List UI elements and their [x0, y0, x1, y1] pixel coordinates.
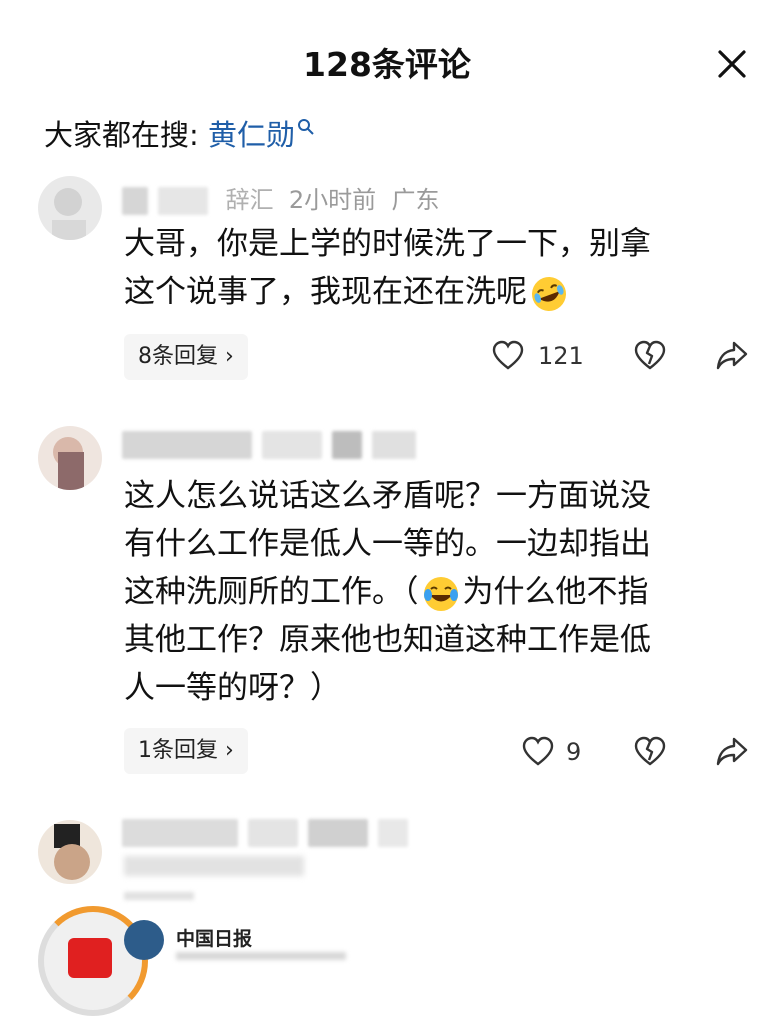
trending-search: 大家都在搜: 黄仁勋: [44, 112, 315, 154]
like-count: 9: [566, 738, 582, 766]
chevron-right-icon: ›: [225, 738, 234, 763]
laughing-tears-emoji-icon: [421, 574, 461, 614]
dislike-icon[interactable]: [634, 736, 666, 770]
trending-search-term[interactable]: 黄仁勋: [208, 118, 295, 152]
source-bar: 中国日报: [0, 890, 774, 1016]
page-title: 128条评论: [303, 45, 471, 84]
comment-item: 辞汇 2小时前 广东 大哥，你是上学的时候洗了一下，别拿 这个说事了，我现在还在…: [0, 170, 774, 400]
chevron-right-icon: ›: [225, 344, 234, 369]
comment-meta: 辞汇 2小时前 广东: [122, 180, 439, 215]
close-icon[interactable]: [714, 46, 750, 82]
blurred-text: [124, 856, 304, 876]
comment-meta: [122, 430, 426, 459]
avatar[interactable]: [38, 426, 102, 490]
comment-meta: [122, 818, 418, 847]
comment-item: [0, 810, 774, 890]
blurred-header: [124, 892, 194, 900]
comment-text: 大哥，你是上学的时候洗了一下，别拿 这个说事了，我现在还在洗呢: [124, 220, 744, 316]
search-icon[interactable]: [295, 118, 315, 152]
comment-location: 广东: [391, 186, 440, 214]
comment-text: 这人怎么说话这么矛盾呢？一方面说没 有什么工作是低人一等的。一边却指出 这种洗厕…: [124, 478, 651, 706]
username-fragment: 辞汇: [225, 186, 274, 214]
comment-item: 这人怎么说话这么矛盾呢？一方面说没 有什么工作是低人一等的。一边却指出 这种洗厕…: [0, 420, 774, 790]
like-icon[interactable]: [522, 736, 554, 770]
blurred-subtitle: [176, 952, 346, 960]
share-icon[interactable]: [716, 736, 748, 770]
source-logo-icon: [68, 938, 112, 978]
like-icon[interactable]: [492, 340, 524, 374]
rofl-emoji-icon: [529, 274, 569, 314]
like-count: 121: [538, 342, 584, 370]
trending-search-label: 大家都在搜:: [44, 118, 199, 152]
view-replies-button[interactable]: 8条回复 ›: [124, 334, 248, 380]
view-replies-button[interactable]: 1条回复 ›: [124, 728, 248, 774]
comment-time: 2小时前: [288, 186, 377, 214]
source-name[interactable]: 中国日报: [176, 924, 252, 951]
avatar[interactable]: [38, 820, 102, 884]
avatar[interactable]: [38, 176, 102, 240]
source-avatar-ring[interactable]: [38, 906, 148, 1016]
share-icon[interactable]: [716, 340, 748, 374]
china-daily-logo-icon: [124, 920, 164, 960]
dislike-icon[interactable]: [634, 340, 666, 374]
